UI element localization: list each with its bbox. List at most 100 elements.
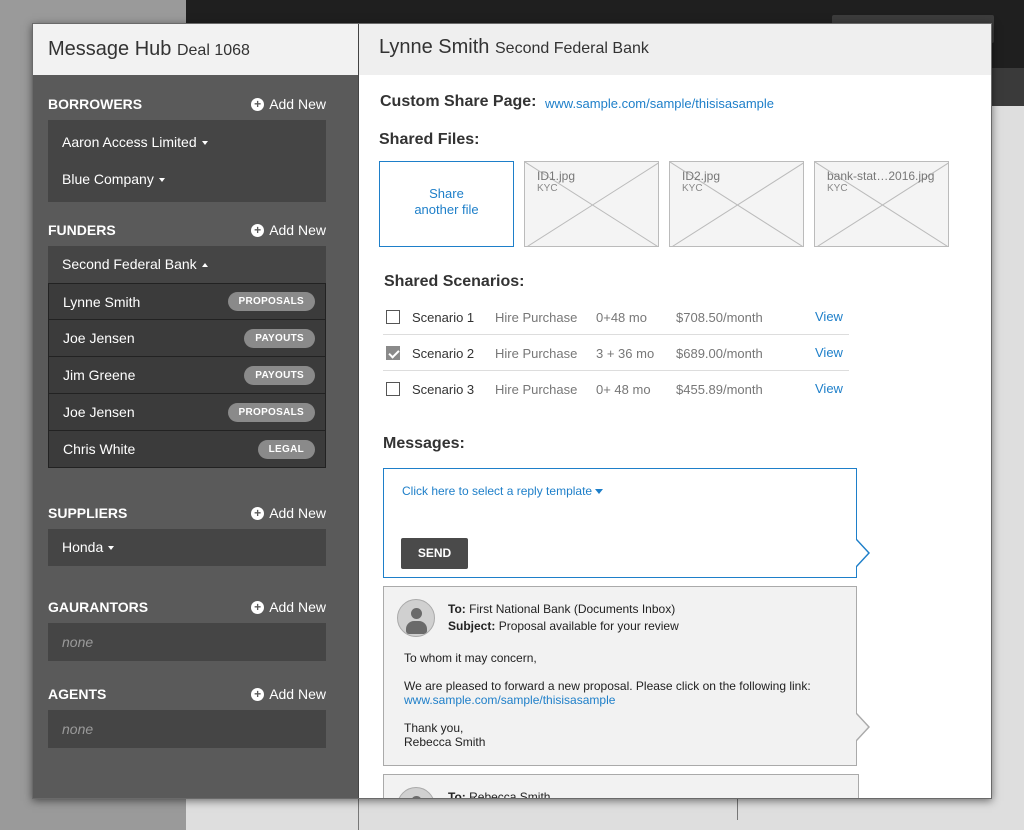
message-subject: Subject: Proposal available for your rev… <box>448 619 679 633</box>
borrower-item[interactable]: Blue Company <box>48 161 326 198</box>
plus-circle-icon: + <box>251 506 265 520</box>
funder-contact[interactable]: Jim Greene PAYOUTS <box>48 357 326 394</box>
message-recipient: Rebecca Smith <box>469 790 551 799</box>
shared-scenarios-label: Shared Scenarios: <box>384 273 525 290</box>
contact-name: Chris White <box>63 441 136 457</box>
empty-placeholder: none <box>62 634 94 650</box>
suppliers-title: SUPPLIERS <box>48 505 128 521</box>
to-label: To: <box>448 602 466 616</box>
file-name: bank-stat…2016.jpg <box>827 169 935 183</box>
plus-circle-icon: + <box>251 223 265 237</box>
to-label: To: <box>448 790 466 799</box>
funder-contact[interactable]: Joe Jensen PAYOUTS <box>48 320 326 357</box>
contact-name: Lynne Smith <box>63 293 141 310</box>
subject-label: Subject: <box>448 619 496 633</box>
scenario-type: Hire Purchase <box>495 346 578 361</box>
file-thumbnail[interactable]: bank-stat…2016.jpg KYC <box>814 161 949 247</box>
scenario-name: Scenario 1 <box>412 310 475 325</box>
add-supplier-button[interactable]: + Add New <box>251 505 326 521</box>
scenario-term: 0+48 mo <box>596 310 647 325</box>
guarantors-title: GAURANTORS <box>48 599 149 615</box>
contact-name: Joe Jensen <box>63 404 135 420</box>
plus-circle-icon: + <box>251 600 265 614</box>
contact-name: Lynne Smith <box>379 36 490 58</box>
funder-name: Second Federal Bank <box>62 256 197 272</box>
scenario-term: 0+ 48 mo <box>596 382 651 397</box>
funder-item[interactable]: Second Federal Bank <box>48 246 326 283</box>
file-thumbnail[interactable]: ID1.jpg KYC <box>524 161 659 247</box>
message-card: To: First National Bank (Documents Inbox… <box>383 586 857 766</box>
add-agent-button[interactable]: + Add New <box>251 686 326 702</box>
message-subject-text: Proposal available for your review <box>498 619 679 633</box>
contact-header: Lynne Smith Second Federal Bank <box>359 24 991 75</box>
borrower-item[interactable]: Aaron Access Limited <box>48 124 326 161</box>
share-page-label: Custom Share Page: <box>380 93 537 110</box>
guarantors-section: GAURANTORS + Add New none <box>48 597 326 661</box>
sidebar-header: Message Hub Deal 1068 <box>33 24 358 75</box>
plus-circle-icon: + <box>251 97 265 111</box>
agents-title: AGENTS <box>48 686 107 702</box>
message-card: To: Rebecca Smith <box>383 774 859 799</box>
funders-section: FUNDERS + Add New Second Federal Bank Ly… <box>48 220 326 468</box>
borrowers-list: Aaron Access Limited Blue Company <box>48 120 326 202</box>
file-name: ID1.jpg <box>537 169 576 183</box>
add-borrower-button[interactable]: + Add New <box>251 96 326 112</box>
add-new-label: Add New <box>269 599 326 615</box>
message-link[interactable]: www.sample.com/sample/thisisasample <box>404 693 615 707</box>
share-another-file-button[interactable]: Share another file <box>379 161 514 247</box>
suppliers-section: SUPPLIERS + Add New Honda <box>48 503 326 566</box>
suppliers-list: Honda <box>48 529 326 566</box>
file-name: ID2.jpg <box>682 169 721 183</box>
scenario-price: $689.00/month <box>676 346 763 361</box>
message-greeting: To whom it may concern, <box>404 651 537 665</box>
speech-pointer <box>856 540 868 566</box>
speech-pointer <box>856 714 868 740</box>
borrower-name: Blue Company <box>62 171 154 187</box>
contact-tag: PROPOSALS <box>227 402 315 422</box>
scenario-row: Scenario 1 Hire Purchase 0+48 mo $708.50… <box>383 299 849 335</box>
add-funder-button[interactable]: + Add New <box>251 222 326 238</box>
add-guarantor-button[interactable]: + Add New <box>251 599 326 615</box>
share-page-link[interactable]: www.sample.com/sample/thisisasample <box>545 96 774 111</box>
guarantors-list: none <box>48 623 326 661</box>
scenario-view-link[interactable]: View <box>815 381 843 396</box>
contact-tag: LEGAL <box>257 439 315 459</box>
plus-circle-icon: + <box>251 687 265 701</box>
contact-tag: PAYOUTS <box>244 365 315 385</box>
funder-contact[interactable]: Chris White LEGAL <box>48 431 326 468</box>
caret-down-icon <box>158 178 165 183</box>
app-title: Message Hub <box>48 38 172 60</box>
contact-pane: Lynne Smith Second Federal Bank Custom S… <box>359 24 991 799</box>
contact-org: Second Federal Bank <box>495 40 649 57</box>
scenario-checkbox[interactable] <box>386 382 400 396</box>
scenario-price: $455.89/month <box>676 382 763 397</box>
funder-contact[interactable]: Lynne Smith PROPOSALS <box>48 283 326 320</box>
scenario-type: Hire Purchase <box>495 382 578 397</box>
message-body: We are pleased to forward a new proposal… <box>404 679 811 693</box>
scenario-view-link[interactable]: View <box>815 345 843 360</box>
file-type: KYC <box>827 183 848 194</box>
scenario-checkbox[interactable] <box>386 310 400 324</box>
borrowers-title: BORROWERS <box>48 96 143 112</box>
scenarios-list: Scenario 1 Hire Purchase 0+48 mo $708.50… <box>383 299 849 407</box>
file-type: KYC <box>537 183 558 194</box>
borrowers-section: BORROWERS + Add New Aaron Access Limited… <box>48 94 326 202</box>
file-thumbnail[interactable]: ID2.jpg KYC <box>669 161 804 247</box>
funder-contact[interactable]: Joe Jensen PROPOSALS <box>48 394 326 431</box>
scenario-checkbox[interactable] <box>386 346 400 360</box>
avatar <box>397 787 435 798</box>
share-button-line: another file <box>414 202 479 217</box>
supplier-name: Honda <box>62 539 104 555</box>
reply-composer[interactable]: Click here to select a reply template SE… <box>383 468 857 578</box>
contact-tag: PAYOUTS <box>244 328 315 348</box>
backdrop-divider <box>358 798 359 830</box>
scenario-view-link[interactable]: View <box>815 309 843 324</box>
backdrop-divider <box>737 798 738 820</box>
message-signoff: Thank you, <box>404 721 464 735</box>
funders-title: FUNDERS <box>48 222 116 238</box>
send-button[interactable]: SEND <box>401 538 468 569</box>
message-recipient: First National Bank (Documents Inbox) <box>469 602 676 616</box>
contact-tag: PROPOSALS <box>227 292 315 311</box>
supplier-item[interactable]: Honda <box>48 529 326 566</box>
reply-template-dropdown[interactable]: Click here to select a reply template <box>402 484 604 498</box>
